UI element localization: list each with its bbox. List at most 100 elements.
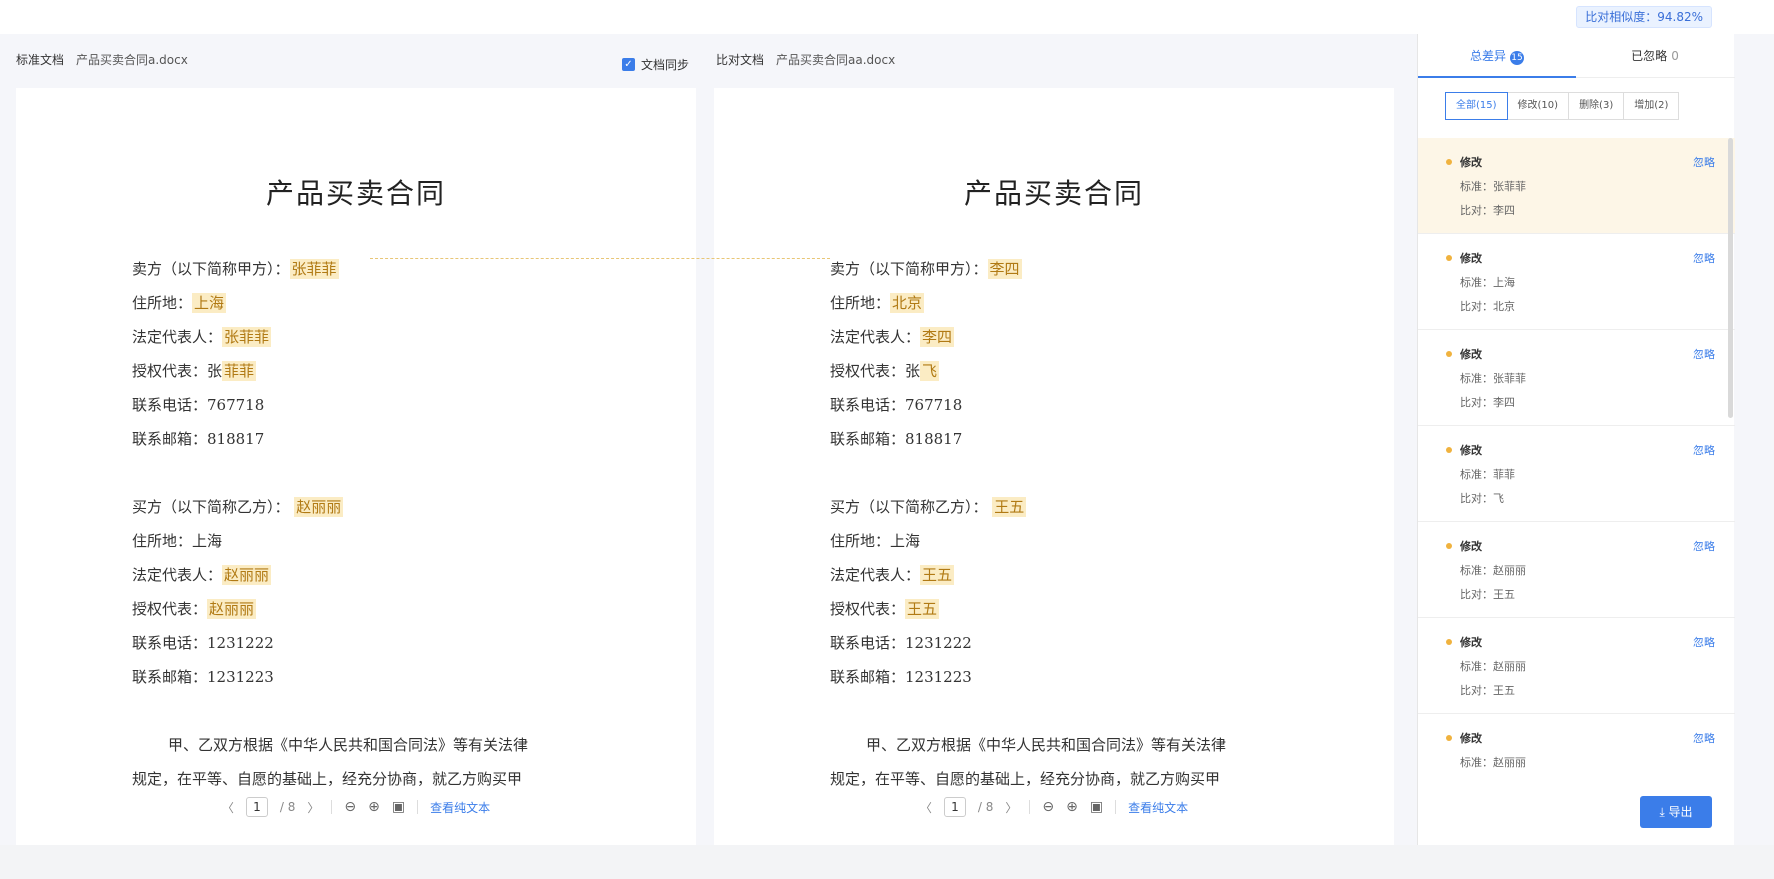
seller-line: 卖方（以下简称甲方）： 张菲菲 — [132, 259, 339, 279]
diff-highlight[interactable]: 张菲菲 — [289, 259, 339, 279]
prev-page-button[interactable]: 〈 — [222, 799, 234, 816]
diff-item[interactable]: 修改 忽略 标准：菲菲 比对：飞 — [1418, 426, 1735, 522]
buyer-legal-line: 法定代表人： 王五 — [830, 565, 955, 585]
diff-highlight[interactable]: 赵丽丽 — [207, 599, 257, 619]
diff-highlight[interactable]: 赵丽丽 — [222, 565, 272, 585]
buyer-line: 买方（以下简称乙方）： 赵丽丽 — [132, 497, 344, 517]
page-number-input[interactable]: 1 — [943, 797, 966, 817]
diff-list-scrollbar[interactable] — [1728, 138, 1733, 418]
view-plain-text-link[interactable]: 查看纯文本 — [1128, 799, 1188, 816]
fit-page-icon[interactable]: ▣ — [1090, 799, 1103, 815]
diff-item[interactable]: 修改 忽略 标准：上海 比对：北京 — [1418, 234, 1735, 330]
page-number-input[interactable]: 1 — [245, 797, 268, 817]
diff-item[interactable]: 修改 忽略 标准：张菲菲 比对：李四 — [1418, 330, 1735, 426]
compare-pager: 〈 1 / 8 〉 ⊖ ⊕ ▣ 查看纯文本 — [714, 788, 1394, 826]
top-bar: 比对相似度：94.82% — [0, 0, 1774, 34]
similarity-badge: 比对相似度：94.82% — [1576, 6, 1712, 28]
standard-doc-page[interactable]: 产品买卖合同 卖方（以下简称甲方）： 张菲菲 住所地： 上海 法定代表人： 张菲菲 授… — [16, 88, 696, 845]
diff-highlight[interactable]: 赵丽丽 — [294, 497, 344, 517]
buyer-phone-line: 联系电话：1231222 — [132, 634, 274, 652]
fit-page-icon[interactable]: ▣ — [392, 799, 405, 815]
tab-total-diff[interactable]: 总差异 15 — [1418, 34, 1576, 78]
buyer-email-line: 联系邮箱：1231223 — [830, 668, 972, 686]
paragraph-line: 规定，在平等、自愿的基础上，经充分协商，就乙方购买甲 — [132, 770, 523, 788]
divider — [417, 800, 419, 814]
paragraph-line: 甲、乙双方根据《中华人民共和国合同法》等有关法律 — [168, 736, 529, 754]
diff-highlight[interactable]: 上海 — [192, 293, 227, 313]
ignore-button[interactable]: 忽略 — [1693, 730, 1715, 746]
status-dot-icon — [1446, 735, 1452, 741]
diff-highlight[interactable]: 王五 — [905, 599, 940, 619]
filter-deleted[interactable]: 删除(3) — [1568, 92, 1625, 120]
zoom-out-icon[interactable]: ⊖ — [344, 799, 356, 815]
compare-doc-page[interactable]: 产品买卖合同 卖方（以下简称甲方）： 李四 住所地： 北京 法定代表人： 李四 授权代… — [714, 88, 1394, 845]
buyer-email-line: 联系邮箱：1231223 — [132, 668, 274, 686]
zoom-in-icon[interactable]: ⊕ — [1066, 799, 1078, 815]
divider — [1115, 800, 1117, 814]
diff-highlight[interactable]: 菲菲 — [222, 361, 257, 381]
diff-item[interactable]: 修改 忽略 标准：张菲菲 比对：李四 — [1418, 138, 1735, 234]
address-line: 住所地： 北京 — [830, 293, 925, 313]
paragraph-line: 规定，在平等、自愿的基础上，经充分协商，就乙方购买甲 — [830, 770, 1221, 788]
diff-highlight[interactable]: 张菲菲 — [222, 327, 272, 347]
legal-rep-line: 法定代表人： 张菲菲 — [132, 327, 272, 347]
compare-doc-filename: 产品买卖合同aa.docx — [776, 53, 896, 67]
doc-sync-toggle[interactable]: ✓ 文档同步 — [622, 56, 689, 73]
diff-highlight[interactable]: 李四 — [920, 327, 955, 347]
diff-highlight[interactable]: 王五 — [920, 565, 955, 585]
legal-rep-line: 法定代表人： 李四 — [830, 327, 955, 347]
diff-highlight[interactable]: 北京 — [890, 293, 925, 313]
ignore-button[interactable]: 忽略 — [1693, 634, 1715, 650]
standard-doc-label: 标准文档 — [16, 53, 65, 67]
export-button[interactable]: ⤓ 导出 — [1640, 796, 1712, 828]
prev-page-button[interactable]: 〈 — [920, 799, 932, 816]
buyer-legal-line: 法定代表人： 赵丽丽 — [132, 565, 272, 585]
status-dot-icon — [1446, 447, 1452, 453]
diff-connector-line — [370, 258, 830, 259]
diff-count-badge: 15 — [1510, 51, 1524, 65]
standard-doc-filename: 产品买卖合同a.docx — [76, 53, 188, 67]
zoom-in-icon[interactable]: ⊕ — [368, 799, 380, 815]
standard-doc-header: 标准文档 产品买卖合同a.docx — [16, 34, 188, 86]
divider — [331, 800, 333, 814]
filter-modified[interactable]: 修改(10) — [1506, 92, 1570, 120]
address-line: 住所地： 上海 — [132, 293, 227, 313]
tab-ignored[interactable]: 已忽略 0 — [1576, 34, 1734, 78]
app-window: 比对相似度：94.82% 标准文档 产品买卖合同a.docx ✓ 文档同步 比对文… — [0, 0, 1774, 845]
view-plain-text-link[interactable]: 查看纯文本 — [430, 799, 490, 816]
diff-item[interactable]: 修改 忽略 标准：赵丽丽 比对：王五 — [1418, 522, 1735, 618]
compare-doc-label: 比对文档 — [716, 53, 765, 67]
buyer-auth-line: 授权代表： 王五 — [830, 599, 940, 619]
ignore-button[interactable]: 忽略 — [1693, 442, 1715, 458]
ignore-button[interactable]: 忽略 — [1693, 346, 1715, 362]
diff-highlight[interactable]: 李四 — [987, 259, 1022, 279]
paragraph-line: 甲、乙双方根据《中华人民共和国合同法》等有关法律 — [866, 736, 1227, 754]
buyer-address-line: 住所地：上海 — [830, 532, 921, 550]
filter-all[interactable]: 全部(15) — [1445, 92, 1508, 120]
ignore-button[interactable]: 忽略 — [1693, 154, 1715, 170]
bottom-strip — [0, 845, 1774, 879]
phone-line: 联系电话：767718 — [132, 396, 265, 414]
ignore-button[interactable]: 忽略 — [1693, 250, 1715, 266]
buyer-line: 买方（以下简称乙方）： 王五 — [830, 497, 1027, 517]
checkbox-checked-icon[interactable]: ✓ — [622, 58, 635, 71]
doc-sync-label: 文档同步 — [641, 58, 690, 72]
seller-line: 卖方（以下简称甲方）： 李四 — [830, 259, 1022, 279]
diff-list: 修改 忽略 标准：张菲菲 比对：李四 修改 忽略 标准：上海 比对：北京 修改 … — [1418, 138, 1735, 768]
status-dot-icon — [1446, 159, 1452, 165]
status-dot-icon — [1446, 351, 1452, 357]
diff-sidebar: 总差异 15 已忽略 0 全部(15) 修改(10) 删除(3) 增加(2) 修改 … — [1417, 34, 1735, 845]
filter-added[interactable]: 增加(2) — [1623, 92, 1680, 120]
next-page-button[interactable]: 〉 — [307, 799, 319, 816]
zoom-out-icon[interactable]: ⊖ — [1042, 799, 1054, 815]
diff-item[interactable]: 修改 忽略 标准：赵丽丽 — [1418, 714, 1735, 768]
diff-highlight[interactable]: 飞 — [920, 361, 940, 381]
diff-highlight[interactable]: 王五 — [992, 497, 1027, 517]
next-page-button[interactable]: 〉 — [1005, 799, 1017, 816]
diff-filter-group: 全部(15) 修改(10) 删除(3) 增加(2) — [1445, 92, 1680, 120]
status-dot-icon — [1446, 639, 1452, 645]
divider — [1029, 800, 1031, 814]
diff-item[interactable]: 修改 忽略 标准：赵丽丽 比对：王五 — [1418, 618, 1735, 714]
status-dot-icon — [1446, 543, 1452, 549]
ignore-button[interactable]: 忽略 — [1693, 538, 1715, 554]
